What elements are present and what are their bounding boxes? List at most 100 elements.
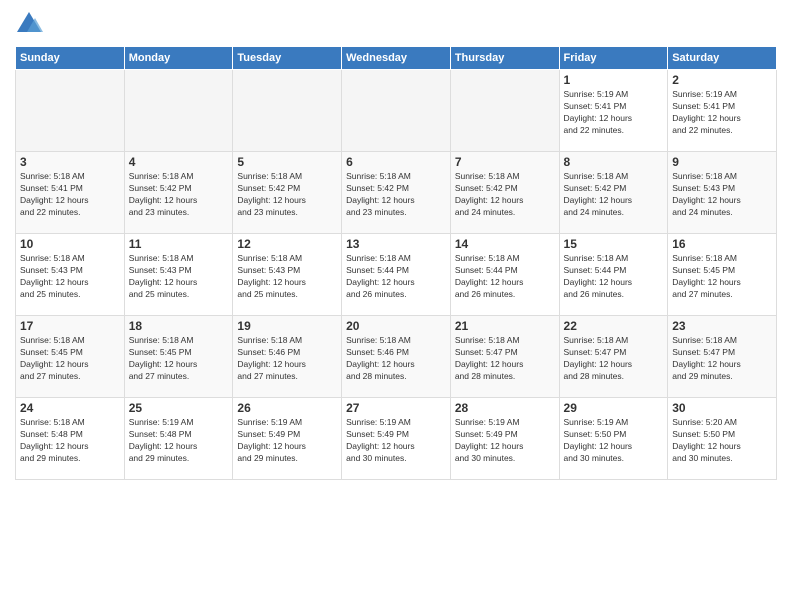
day-info: Sunrise: 5:18 AM Sunset: 5:43 PM Dayligh… [129, 253, 229, 301]
day-info: Sunrise: 5:19 AM Sunset: 5:41 PM Dayligh… [564, 89, 664, 137]
day-info: Sunrise: 5:18 AM Sunset: 5:46 PM Dayligh… [346, 335, 446, 383]
calendar-table: SundayMondayTuesdayWednesdayThursdayFrid… [15, 46, 777, 480]
day-number: 3 [20, 155, 120, 169]
logo [15, 10, 47, 38]
day-number: 29 [564, 401, 664, 415]
page-header [15, 10, 777, 38]
day-number: 13 [346, 237, 446, 251]
calendar-cell: 14 Sunrise: 5:18 AM Sunset: 5:44 PM Dayli… [450, 234, 559, 316]
calendar-cell [124, 70, 233, 152]
calendar-cell: 12 Sunrise: 5:18 AM Sunset: 5:43 PM Dayli… [233, 234, 342, 316]
day-info: Sunrise: 5:18 AM Sunset: 5:43 PM Dayligh… [672, 171, 772, 219]
calendar-week-row: 17 Sunrise: 5:18 AM Sunset: 5:45 PM Dayli… [16, 316, 777, 398]
logo-icon [15, 10, 43, 38]
day-number: 11 [129, 237, 229, 251]
weekday-header-sunday: Sunday [16, 47, 125, 70]
calendar-cell [450, 70, 559, 152]
calendar-cell: 30Sunrise: 5:20 AM Sunset: 5:50 PM Dayli… [668, 398, 777, 480]
day-info: Sunrise: 5:18 AM Sunset: 5:44 PM Dayligh… [564, 253, 664, 301]
day-number: 17 [20, 319, 120, 333]
day-number: 16 [672, 237, 772, 251]
calendar-cell [233, 70, 342, 152]
calendar-cell: 29 Sunrise: 5:19 AM Sunset: 5:50 PM Dayli… [559, 398, 668, 480]
day-number: 6 [346, 155, 446, 169]
day-number: 21 [455, 319, 555, 333]
day-number: 14 [455, 237, 555, 251]
day-info: Sunrise: 5:18 AM Sunset: 5:41 PM Dayligh… [20, 171, 120, 219]
day-number: 7 [455, 155, 555, 169]
day-number: 19 [237, 319, 337, 333]
calendar-cell: 5Sunrise: 5:18 AM Sunset: 5:42 PM Daylig… [233, 152, 342, 234]
weekday-header-row: SundayMondayTuesdayWednesdayThursdayFrid… [16, 47, 777, 70]
day-info: Sunrise: 5:18 AM Sunset: 5:42 PM Dayligh… [455, 171, 555, 219]
calendar-cell: 17Sunrise: 5:18 AM Sunset: 5:45 PM Dayli… [16, 316, 125, 398]
calendar-cell [16, 70, 125, 152]
day-info: Sunrise: 5:19 AM Sunset: 5:48 PM Dayligh… [129, 417, 229, 465]
day-info: Sunrise: 5:19 AM Sunset: 5:49 PM Dayligh… [455, 417, 555, 465]
day-number: 24 [20, 401, 120, 415]
day-info: Sunrise: 5:18 AM Sunset: 5:47 PM Dayligh… [672, 335, 772, 383]
day-info: Sunrise: 5:18 AM Sunset: 5:44 PM Dayligh… [455, 253, 555, 301]
calendar-cell: 26 Sunrise: 5:19 AM Sunset: 5:49 PM Dayli… [233, 398, 342, 480]
day-info: Sunrise: 5:18 AM Sunset: 5:48 PM Dayligh… [20, 417, 120, 465]
day-info: Sunrise: 5:18 AM Sunset: 5:44 PM Dayligh… [346, 253, 446, 301]
calendar-cell: 21 Sunrise: 5:18 AM Sunset: 5:47 PM Dayli… [450, 316, 559, 398]
day-info: Sunrise: 5:18 AM Sunset: 5:45 PM Dayligh… [129, 335, 229, 383]
day-number: 27 [346, 401, 446, 415]
calendar-cell: 27 Sunrise: 5:19 AM Sunset: 5:49 PM Dayli… [342, 398, 451, 480]
weekday-header-saturday: Saturday [668, 47, 777, 70]
day-number: 10 [20, 237, 120, 251]
day-info: Sunrise: 5:19 AM Sunset: 5:41 PM Dayligh… [672, 89, 772, 137]
calendar-cell: 15 Sunrise: 5:18 AM Sunset: 5:44 PM Dayli… [559, 234, 668, 316]
calendar-week-row: 1Sunrise: 5:19 AM Sunset: 5:41 PM Daylig… [16, 70, 777, 152]
calendar-cell: 19 Sunrise: 5:18 AM Sunset: 5:46 PM Dayli… [233, 316, 342, 398]
day-info: Sunrise: 5:18 AM Sunset: 5:42 PM Dayligh… [237, 171, 337, 219]
day-number: 4 [129, 155, 229, 169]
day-info: Sunrise: 5:18 AM Sunset: 5:42 PM Dayligh… [564, 171, 664, 219]
day-number: 8 [564, 155, 664, 169]
calendar-cell [342, 70, 451, 152]
day-number: 20 [346, 319, 446, 333]
calendar-cell: 25Sunrise: 5:19 AM Sunset: 5:48 PM Dayli… [124, 398, 233, 480]
day-info: Sunrise: 5:18 AM Sunset: 5:42 PM Dayligh… [129, 171, 229, 219]
day-info: Sunrise: 5:18 AM Sunset: 5:43 PM Dayligh… [237, 253, 337, 301]
calendar-cell: 24 Sunrise: 5:18 AM Sunset: 5:48 PM Dayli… [16, 398, 125, 480]
calendar-cell: 22 Sunrise: 5:18 AM Sunset: 5:47 PM Dayli… [559, 316, 668, 398]
day-info: Sunrise: 5:18 AM Sunset: 5:43 PM Dayligh… [20, 253, 120, 301]
day-number: 22 [564, 319, 664, 333]
day-number: 28 [455, 401, 555, 415]
weekday-header-monday: Monday [124, 47, 233, 70]
day-info: Sunrise: 5:18 AM Sunset: 5:46 PM Dayligh… [237, 335, 337, 383]
calendar-week-row: 3 Sunrise: 5:18 AM Sunset: 5:41 PM Daylig… [16, 152, 777, 234]
calendar-cell: 9 Sunrise: 5:18 AM Sunset: 5:43 PM Daylig… [668, 152, 777, 234]
day-number: 15 [564, 237, 664, 251]
calendar-cell: 4 Sunrise: 5:18 AM Sunset: 5:42 PM Daylig… [124, 152, 233, 234]
calendar-week-row: 10 Sunrise: 5:18 AM Sunset: 5:43 PM Dayli… [16, 234, 777, 316]
calendar-cell: 7 Sunrise: 5:18 AM Sunset: 5:42 PM Daylig… [450, 152, 559, 234]
calendar-cell: 6Sunrise: 5:18 AM Sunset: 5:42 PM Daylig… [342, 152, 451, 234]
day-info: Sunrise: 5:19 AM Sunset: 5:49 PM Dayligh… [237, 417, 337, 465]
calendar-week-row: 24 Sunrise: 5:18 AM Sunset: 5:48 PM Dayli… [16, 398, 777, 480]
day-number: 2 [672, 73, 772, 87]
calendar-cell: 1Sunrise: 5:19 AM Sunset: 5:41 PM Daylig… [559, 70, 668, 152]
page-container: SundayMondayTuesdayWednesdayThursdayFrid… [0, 0, 792, 612]
day-number: 26 [237, 401, 337, 415]
weekday-header-thursday: Thursday [450, 47, 559, 70]
weekday-header-friday: Friday [559, 47, 668, 70]
day-info: Sunrise: 5:19 AM Sunset: 5:50 PM Dayligh… [564, 417, 664, 465]
calendar-cell: 20 Sunrise: 5:18 AM Sunset: 5:46 PM Dayli… [342, 316, 451, 398]
day-info: Sunrise: 5:18 AM Sunset: 5:47 PM Dayligh… [455, 335, 555, 383]
calendar-cell: 10 Sunrise: 5:18 AM Sunset: 5:43 PM Dayli… [16, 234, 125, 316]
day-number: 12 [237, 237, 337, 251]
weekday-header-wednesday: Wednesday [342, 47, 451, 70]
calendar-cell: 18 Sunrise: 5:18 AM Sunset: 5:45 PM Dayli… [124, 316, 233, 398]
day-number: 9 [672, 155, 772, 169]
calendar-cell: 23Sunrise: 5:18 AM Sunset: 5:47 PM Dayli… [668, 316, 777, 398]
weekday-header-tuesday: Tuesday [233, 47, 342, 70]
day-number: 18 [129, 319, 229, 333]
day-info: Sunrise: 5:19 AM Sunset: 5:49 PM Dayligh… [346, 417, 446, 465]
day-info: Sunrise: 5:18 AM Sunset: 5:47 PM Dayligh… [564, 335, 664, 383]
calendar-cell: 8 Sunrise: 5:18 AM Sunset: 5:42 PM Daylig… [559, 152, 668, 234]
calendar-cell: 16Sunrise: 5:18 AM Sunset: 5:45 PM Dayli… [668, 234, 777, 316]
day-number: 30 [672, 401, 772, 415]
